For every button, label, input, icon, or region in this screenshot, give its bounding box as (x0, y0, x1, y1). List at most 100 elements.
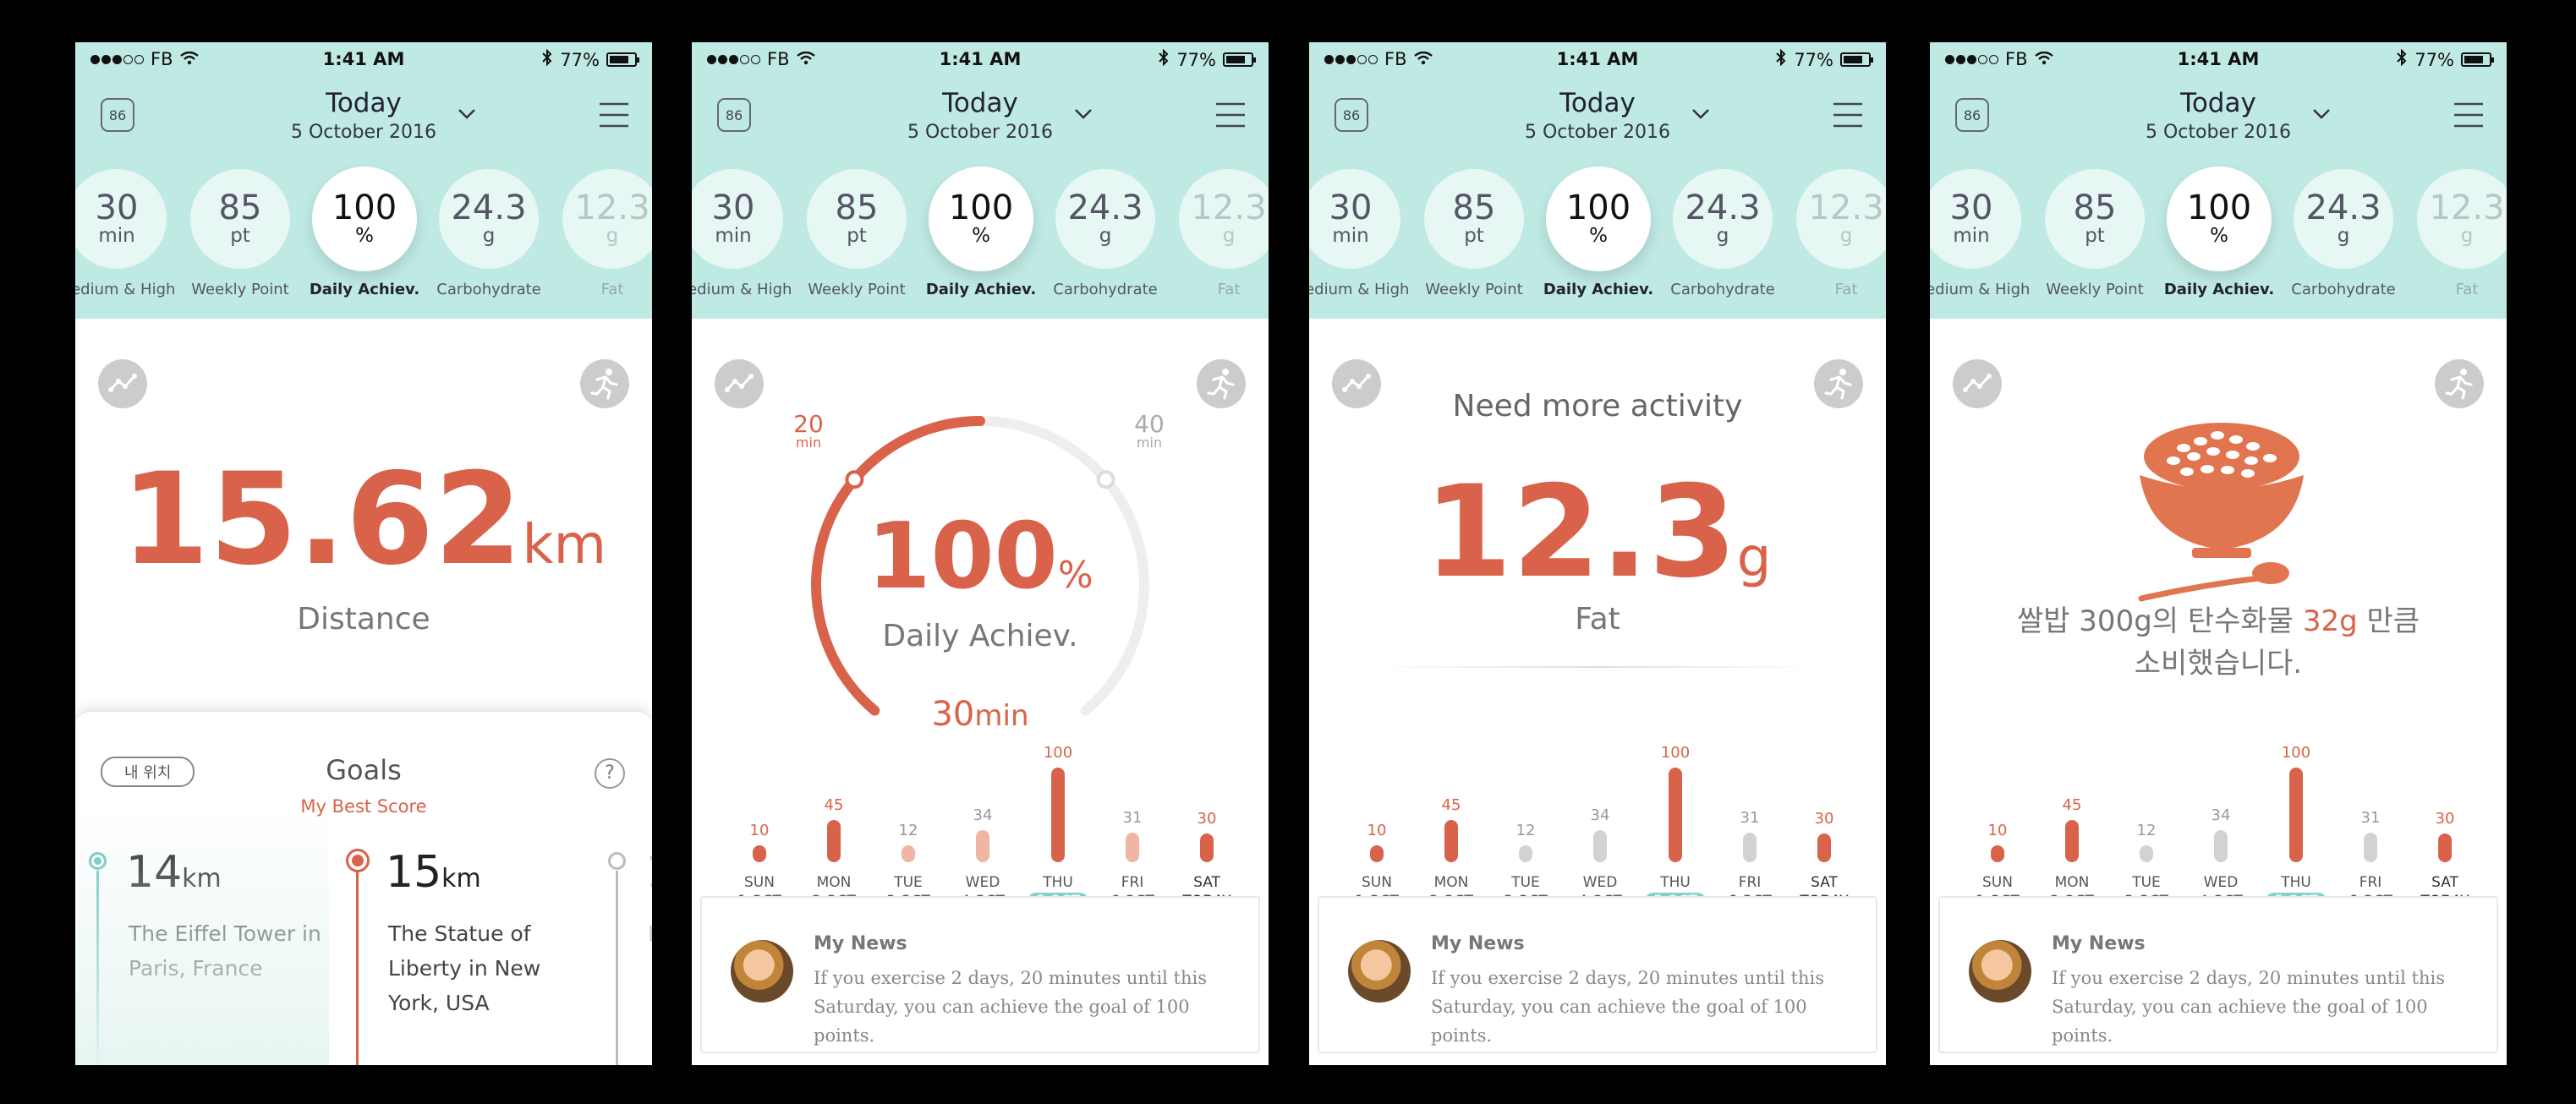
achievement-number: 100 (867, 504, 1058, 609)
goal-item[interactable]: 1 M A (595, 847, 652, 1065)
chevron-down-icon[interactable] (454, 101, 480, 127)
chart-bar[interactable] (1519, 845, 1532, 862)
metric-circle[interactable]: 100% (929, 167, 1033, 271)
chevron-down-icon[interactable] (2309, 101, 2334, 127)
metric-circle[interactable]: 24.3 g (439, 169, 539, 269)
metric-circle[interactable]: 30 min (692, 169, 783, 269)
news-card[interactable]: My News If you exercise 2 days, 20 minute… (700, 896, 1260, 1053)
chart-bar[interactable] (1126, 833, 1139, 862)
running-icon[interactable] (580, 359, 629, 408)
news-heading: My News (814, 933, 907, 954)
metric-circle[interactable]: 85 pt (807, 169, 907, 269)
status-right: 77% (2396, 48, 2494, 70)
goal-line (96, 871, 99, 1065)
news-card[interactable]: My News If you exercise 2 days, 20 minute… (1938, 896, 2498, 1053)
metric-circle[interactable]: 30 min (1309, 169, 1400, 269)
battery-percent: 77% (2414, 49, 2454, 70)
metric-circle[interactable]: 100% (1546, 167, 1651, 271)
chart-bar[interactable] (1743, 833, 1757, 862)
news-card[interactable]: My News If you exercise 2 days, 20 minute… (1318, 896, 1877, 1053)
phone-screen-fat: FB1:41 AM77%86Today5 October 201630minMe… (1309, 42, 1886, 1065)
chart-value-label: 45 (1441, 795, 1461, 814)
chart-bar[interactable] (2364, 833, 2377, 862)
chart-day-label: SUN (744, 874, 775, 891)
weekly-bar-chart: 10SUN1 OCT45MON2 OCT12TUE3 OCT34WED4 OCT… (1309, 719, 1886, 921)
metric-circle[interactable]: 12.3 g (562, 169, 652, 269)
rice-bowl-illustration (2133, 397, 2310, 617)
trend-icon[interactable] (1953, 359, 2002, 408)
chart-bar[interactable] (1370, 845, 1384, 862)
chart-bar[interactable] (1200, 833, 1214, 862)
ring-left-label: 20 min (787, 413, 830, 450)
goal-item[interactable]: 15km The Statue of Liberty in New York, U… (335, 847, 589, 1065)
metric-label: Daily Achiev. (309, 281, 420, 298)
chart-value-label: 30 (2435, 810, 2455, 828)
menu-icon[interactable] (1214, 101, 1247, 128)
menu-icon[interactable] (2453, 101, 2485, 128)
metric-value: 100 (1565, 189, 1631, 227)
metric-circle[interactable]: 85 pt (2045, 169, 2145, 269)
chevron-down-icon[interactable] (1688, 101, 1713, 127)
news-body: If you exercise 2 days, 20 minutes until… (814, 968, 1207, 1046)
chart-bar[interactable] (1669, 768, 1682, 862)
chevron-down-icon[interactable] (1071, 101, 1096, 127)
metric-circle[interactable]: 100% (2167, 167, 2272, 271)
metric-circle[interactable]: 30 min (1930, 169, 2021, 269)
metric-circle[interactable]: 12.3 g (1179, 169, 1269, 269)
page-title[interactable]: Today (1930, 88, 2507, 118)
chart-bar[interactable] (902, 845, 915, 862)
chart-bar[interactable] (1444, 819, 1458, 862)
chart-bar[interactable] (1593, 829, 1607, 862)
page-title[interactable]: Today (75, 88, 652, 118)
trend-icon[interactable] (98, 359, 147, 408)
metric-circle[interactable]: 85 pt (1424, 169, 1524, 269)
metric-value: 100 (332, 189, 397, 227)
help-icon[interactable]: ? (595, 758, 625, 789)
chart-bar[interactable] (976, 829, 989, 862)
chart-day-label: TUE (894, 874, 923, 891)
chart-value-label: 12 (2136, 822, 2157, 839)
news-body: If you exercise 2 days, 20 minutes until… (2052, 968, 2445, 1046)
menu-icon[interactable] (1832, 101, 1864, 128)
chart-bar[interactable] (827, 819, 841, 862)
metric-circle[interactable]: 24.3 g (1055, 169, 1155, 269)
metric-circle[interactable]: 100% (312, 167, 417, 271)
metric-label: Medium & High (75, 281, 176, 298)
running-icon[interactable] (2435, 359, 2484, 408)
metric-circle[interactable]: 12.3 g (2417, 169, 2507, 269)
metric-label: Weekly Point (1425, 281, 1523, 298)
chart-bar[interactable] (2214, 829, 2228, 862)
chart-bar[interactable] (2438, 833, 2452, 862)
metric-circle[interactable]: 24.3 g (1673, 169, 1773, 269)
fat-unit: g (1736, 527, 1772, 589)
page-title[interactable]: Today (692, 88, 1269, 118)
chart-day-label: TUE (2132, 874, 2161, 891)
metric-unit: g (2337, 225, 2350, 247)
battery-percent: 77% (560, 49, 600, 70)
metric-value: 85 (2073, 189, 2117, 227)
metric-value: 24.3 (451, 189, 527, 227)
goal-text: M A (648, 916, 652, 951)
metric-circle[interactable]: 85 pt (190, 169, 290, 269)
page-title[interactable]: Today (1309, 88, 1886, 118)
chart-bar[interactable] (2289, 768, 2303, 862)
metric-carousel: 30min Medium & High 85pt Weekly Point 100% Da… (1930, 167, 2507, 313)
chart-bar[interactable] (1817, 833, 1831, 862)
chart-bar[interactable] (753, 845, 766, 862)
metric-circle[interactable]: 24.3 g (2294, 169, 2393, 269)
chart-bar[interactable] (2065, 819, 2079, 862)
chart-bar[interactable] (2140, 845, 2153, 862)
goal-line (616, 871, 618, 1065)
chart-value-label: 10 (1367, 822, 1387, 839)
chart-day-label: THU (2281, 874, 2311, 891)
chart-bar[interactable] (1991, 845, 2004, 862)
chart-value-label: 31 (1740, 809, 1760, 828)
metric-circle[interactable]: 30 min (75, 169, 167, 269)
chart-bar[interactable] (1051, 768, 1065, 862)
chart-day-label: SAT (1193, 874, 1220, 891)
goal-item[interactable]: 14km The Eiffel Tower in Paris, France (75, 847, 329, 1065)
menu-icon[interactable] (598, 101, 630, 128)
metric-value: 100 (2186, 189, 2252, 227)
metric-carousel: 30min Medium & High 85pt Weekly Point 100% Da… (692, 167, 1269, 313)
metric-circle[interactable]: 12.3 g (1796, 169, 1886, 269)
